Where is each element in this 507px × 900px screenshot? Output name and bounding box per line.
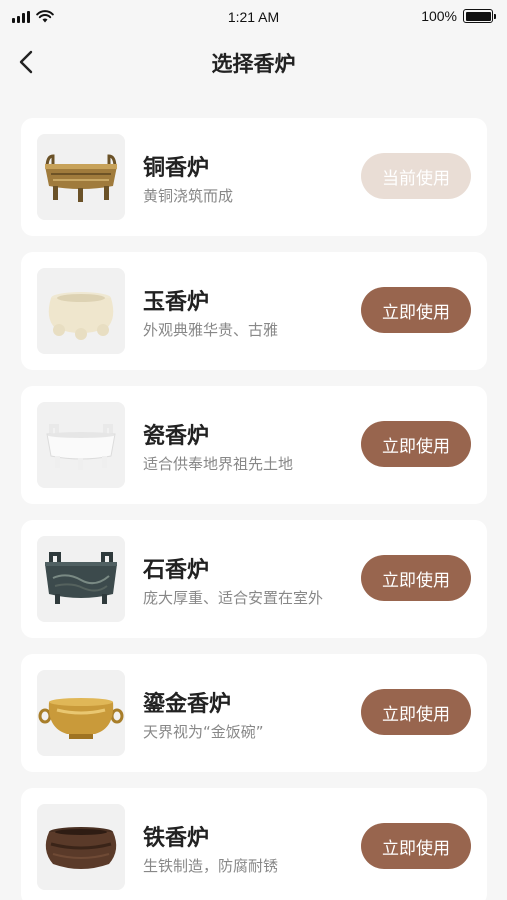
page-title: 选择香炉: [211, 52, 296, 76]
burner-name: 鎏金香炉: [143, 692, 232, 717]
burner-image: [37, 536, 125, 622]
use-now-button[interactable]: 立即使用: [361, 287, 471, 333]
burner-name: 瓷香炉: [143, 424, 210, 449]
burner-image: [37, 670, 125, 756]
porcelain-censer-icon: [37, 402, 125, 488]
status-right: 100%: [421, 8, 496, 24]
current-in-use-button[interactable]: 当前使用: [361, 153, 471, 199]
burner-name: 玉香炉: [143, 290, 210, 315]
burner-card: 玉香炉 外观典雅华贵、古雅 立即使用: [21, 252, 487, 370]
use-now-button[interactable]: 立即使用: [361, 823, 471, 869]
status-bar: 1:21 AM 100%: [0, 0, 507, 36]
burner-image: [37, 134, 125, 220]
nav-bar: 选择香炉: [0, 40, 507, 84]
burner-description: 庞大厚重、适合安置在室外: [143, 589, 324, 607]
burner-image: [37, 804, 125, 890]
burner-card: 石香炉 庞大厚重、适合安置在室外 立即使用: [21, 520, 487, 638]
burner-description: 适合供奉地界祖先土地: [143, 455, 294, 473]
gilded-censer-icon: [37, 670, 125, 756]
burner-description: 天界视为“金饭碗”: [143, 723, 264, 741]
burner-description: 外观典雅华贵、古雅: [143, 321, 279, 339]
jade-censer-icon: [37, 268, 125, 354]
burner-name: 铜香炉: [143, 156, 210, 181]
burner-list: 铜香炉 黄铜浇筑而成 当前使用 玉香炉 外观典雅华贵、古雅 立即使用 瓷香炉 适…: [21, 118, 487, 900]
burner-card: 鎏金香炉 天界视为“金饭碗” 立即使用: [21, 654, 487, 772]
burner-description: 生铁制造，防腐耐锈: [143, 857, 279, 875]
burner-name: 铁香炉: [143, 826, 210, 851]
burner-card: 铁香炉 生铁制造，防腐耐锈 立即使用: [21, 788, 487, 900]
burner-image: [37, 268, 125, 354]
burner-image: [37, 402, 125, 488]
burner-card: 铜香炉 黄铜浇筑而成 当前使用: [21, 118, 487, 236]
iron-censer-icon: [37, 804, 125, 890]
use-now-button[interactable]: 立即使用: [361, 689, 471, 735]
burner-name: 石香炉: [143, 558, 210, 583]
use-now-button[interactable]: 立即使用: [361, 555, 471, 601]
burner-description: 黄铜浇筑而成: [143, 187, 234, 205]
battery-icon: [463, 9, 496, 23]
use-now-button[interactable]: 立即使用: [361, 421, 471, 467]
burner-card: 瓷香炉 适合供奉地界祖先土地 立即使用: [21, 386, 487, 504]
bronze-censer-icon: [37, 134, 125, 220]
stone-censer-icon: [37, 536, 125, 622]
battery-percent: 100%: [421, 8, 457, 24]
